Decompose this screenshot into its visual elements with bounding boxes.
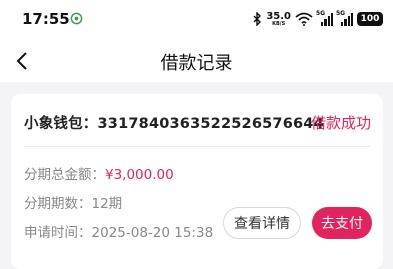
signal-sim1-icon: 5G	[316, 10, 333, 26]
periods-row: 分期期数：12期	[24, 192, 122, 212]
loan-record-card: 小象钱包：3317840363522526576644 借款成功 分期总金额：¥…	[11, 94, 383, 269]
loan-status: 借款成功	[310, 114, 371, 132]
total-amount-row: 分期总金额：¥3,000.00	[24, 163, 174, 183]
battery-icon: 100	[357, 12, 383, 26]
total-amount-value: ¥3,000.00	[105, 167, 174, 183]
total-amount-label: 分期总金额：	[24, 167, 105, 183]
status-time: 17:55	[22, 10, 70, 28]
pay-button[interactable]: 去支付	[312, 207, 372, 239]
network-speed: 35.0 KB/S	[266, 10, 291, 27]
network-speed-unit: KB/S	[272, 20, 286, 27]
sim1-label: 5G	[316, 10, 326, 17]
apply-time-value: 2025-08-20 15:38	[91, 225, 214, 241]
sim2-label: 5G	[336, 10, 346, 17]
bluetooth-icon	[253, 12, 262, 26]
apply-time-label: 申请时间：	[24, 225, 92, 241]
network-speed-value: 35.0	[266, 10, 291, 22]
status-bar: 17:55 35.0 KB/S 5G 5G 100	[0, 0, 393, 40]
wallet-number: 小象钱包：3317840363522526576644	[24, 116, 324, 132]
apply-time-row: 申请时间：2025-08-20 15:38	[24, 221, 213, 241]
signal-sim2-icon: 5G	[336, 10, 353, 26]
nav-bar: 借款记录	[0, 40, 393, 82]
view-details-button[interactable]: 查看详情	[223, 207, 301, 239]
battery-level: 100	[360, 14, 380, 24]
status-icons: 35.0 KB/S 5G 5G 100	[252, 9, 383, 29]
periods-label: 分期期数：	[24, 196, 92, 212]
divider	[24, 146, 370, 147]
notification-icon	[70, 12, 83, 25]
periods-value: 12期	[91, 196, 123, 212]
wifi-icon	[295, 12, 313, 26]
page-title: 借款记录	[160, 53, 233, 74]
